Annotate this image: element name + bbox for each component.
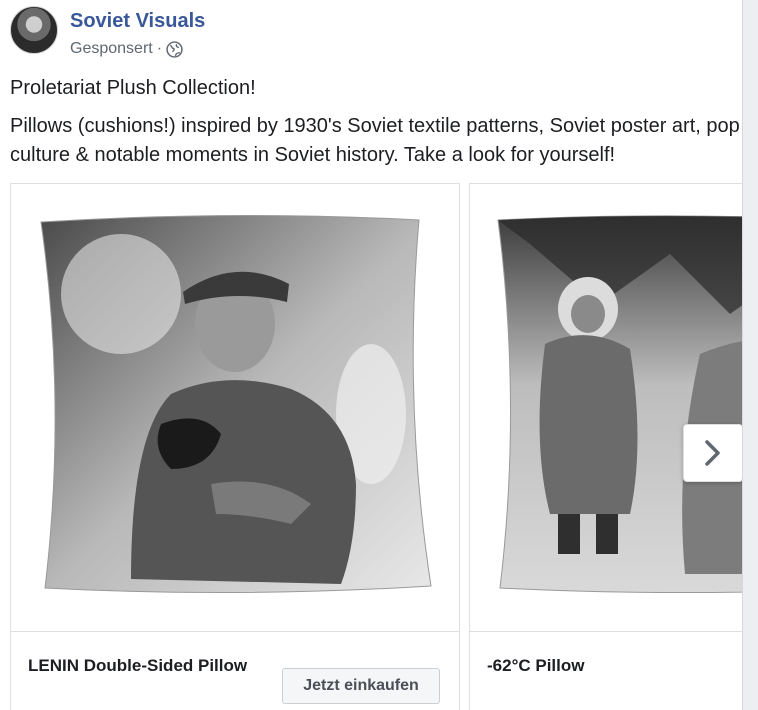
product-carousel: LENIN Double-Sided Pillow Jetzt einkaufe…: [10, 183, 742, 710]
post-body: Pillows (cushions!) inspired by 1930's S…: [10, 115, 740, 166]
card-title[interactable]: LENIN Double-Sided Pillow: [28, 656, 247, 676]
chevron-right-icon: [705, 440, 720, 466]
sponsored-label[interactable]: Gesponsert: [70, 40, 153, 58]
scrollbar[interactable]: [742, 0, 758, 710]
shop-now-button[interactable]: Jetzt einkaufen: [282, 668, 440, 704]
globe-icon[interactable]: [166, 40, 183, 58]
card-title[interactable]: -62°C Pillow: [487, 656, 584, 676]
post-meta: Gesponsert ·: [70, 40, 183, 58]
page-avatar[interactable]: [10, 6, 58, 54]
meta-separator: ·: [156, 40, 163, 57]
lenin-pillow-image[interactable]: [11, 184, 459, 632]
carousel-next-button[interactable]: [683, 424, 743, 482]
carousel-card[interactable]: LENIN Double-Sided Pillow Jetzt einkaufe…: [10, 183, 460, 710]
children-pillow-image[interactable]: [470, 184, 742, 632]
page-name-link[interactable]: Soviet Visuals: [70, 10, 205, 33]
post-header: Soviet Visuals Gesponsert ·: [10, 6, 710, 58]
post-headline: Proletariat Plush Collection!: [10, 77, 256, 99]
